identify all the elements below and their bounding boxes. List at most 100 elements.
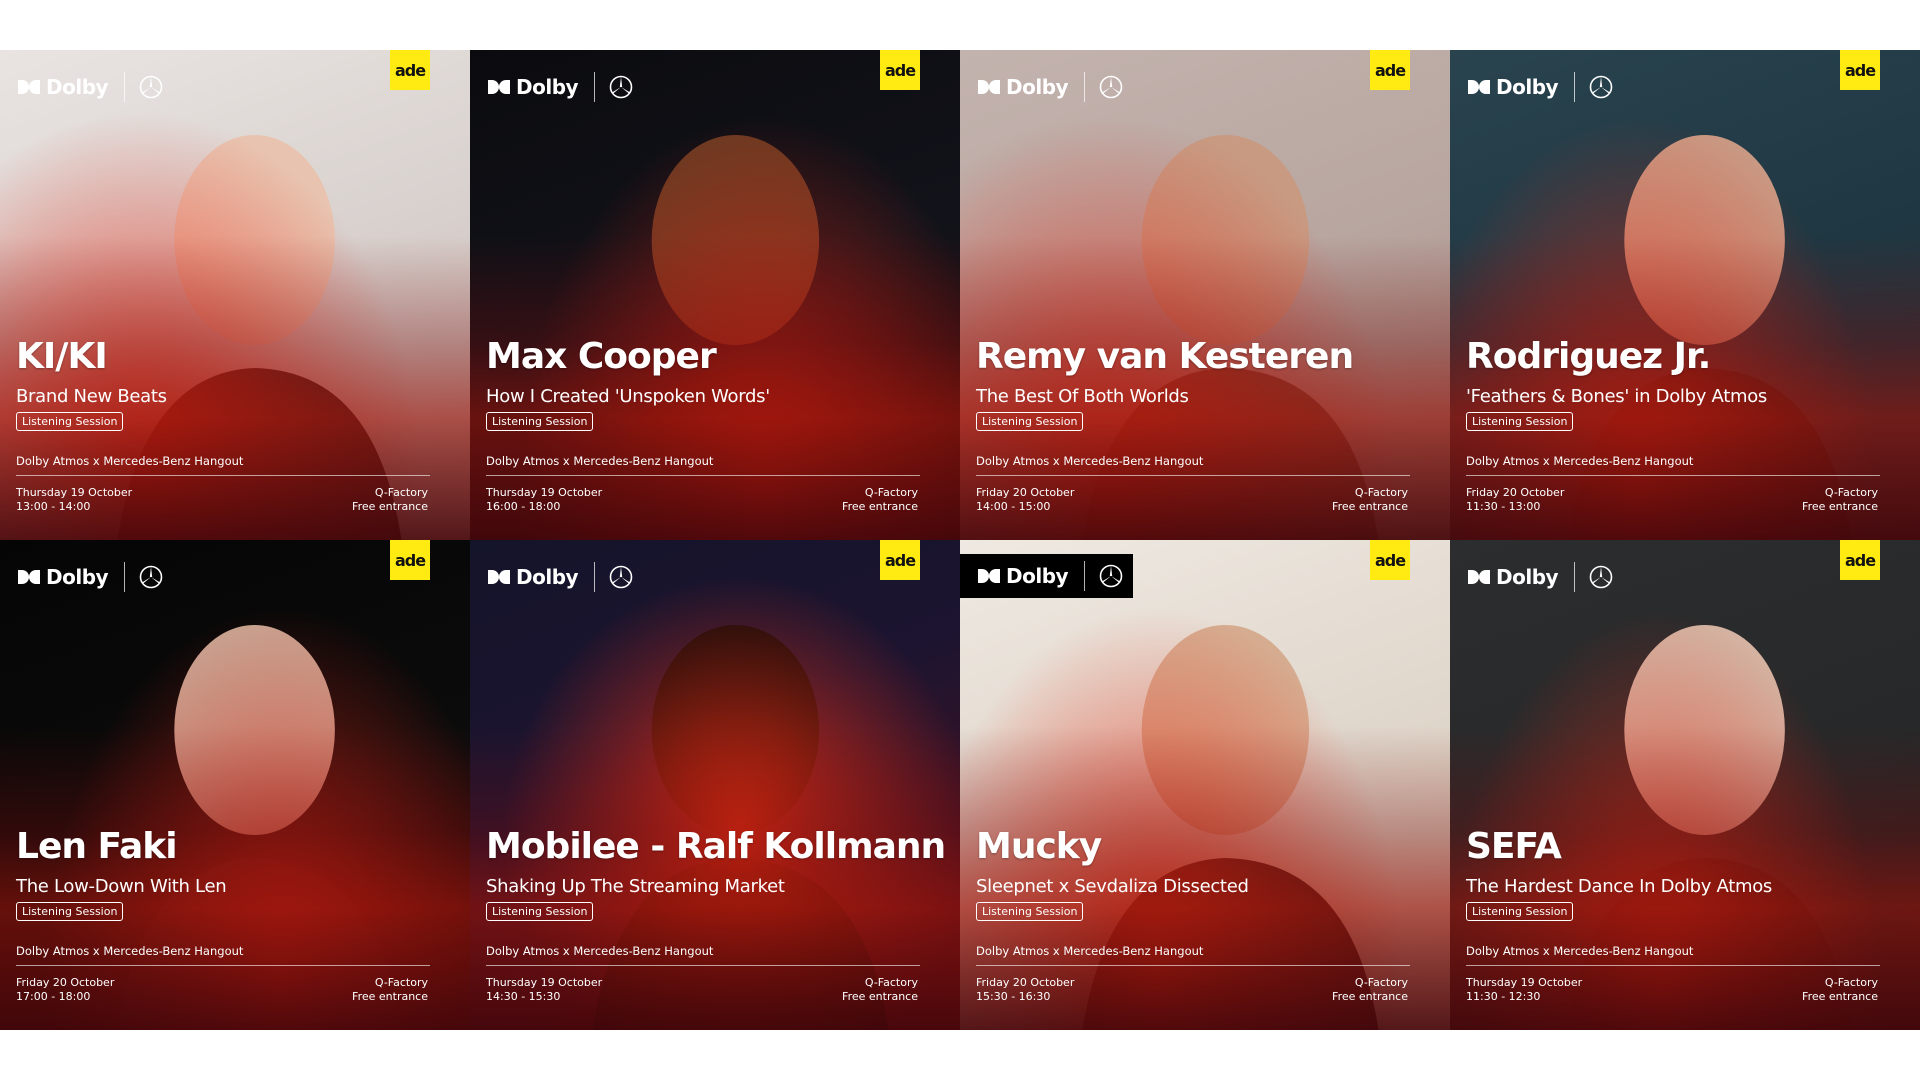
- date-time-block: Friday 20 October 17:00 - 18:00: [16, 976, 114, 1004]
- location-block: Q-Factory Free entrance: [842, 976, 918, 1004]
- event-location: Q-Factory: [1824, 976, 1878, 989]
- venue-text: Dolby Atmos x Mercedes-Benz Hangout: [1466, 454, 1694, 468]
- listening-session-badge: Listening Session: [976, 412, 1084, 431]
- mercedes-star-icon: [1099, 75, 1123, 99]
- event-card-5[interactable]: Dolby ade Len Faki The Low-Down With Len…: [0, 540, 470, 1030]
- brand-bar: Dolby: [18, 70, 173, 104]
- date-time-block: Friday 20 October 14:00 - 15:00: [976, 486, 1074, 514]
- session-title: The Best Of Both Worlds: [976, 386, 1189, 407]
- event-date: Friday 20 October: [16, 976, 115, 989]
- mercedes-star-icon: [609, 75, 633, 99]
- venue-text: Dolby Atmos x Mercedes-Benz Hangout: [16, 944, 244, 958]
- dolby-logo-icon: [488, 80, 510, 94]
- info-divider: [486, 965, 920, 966]
- event-location: Q-Factory: [374, 486, 428, 499]
- ade-label: ade: [884, 550, 916, 570]
- date-time-block: Friday 20 October 15:30 - 16:30: [976, 976, 1074, 1004]
- artist-name: Mucky: [976, 826, 1102, 867]
- dolby-wordmark: Dolby: [1006, 75, 1069, 99]
- ade-logo-badge: ade: [1840, 50, 1880, 90]
- event-entry: Free entrance: [842, 500, 918, 513]
- date-time-block: Thursday 19 October 16:00 - 18:00: [486, 486, 602, 514]
- event-entry: Free entrance: [1332, 990, 1408, 1003]
- event-entry: Free entrance: [842, 990, 918, 1003]
- listening-session-badge: Listening Session: [16, 902, 124, 921]
- dolby-wordmark: Dolby: [46, 75, 109, 99]
- location-block: Q-Factory Free entrance: [352, 486, 428, 514]
- event-time: 16:00 - 18:00: [486, 500, 561, 513]
- event-card-8[interactable]: Dolby ade SEFA The Hardest Dance In Dolb…: [1450, 540, 1920, 1030]
- session-title: Sleepnet x Sevdaliza Dissected: [976, 876, 1249, 897]
- event-entry: Free entrance: [352, 990, 428, 1003]
- event-location: Q-Factory: [1824, 486, 1878, 499]
- event-location: Q-Factory: [864, 486, 918, 499]
- ade-logo-badge: ade: [1370, 50, 1410, 90]
- dolby-logo-icon: [978, 569, 1000, 583]
- poster-grid: Dolby ade KI/KI Brand New Beats Listenin…: [0, 50, 1920, 1030]
- date-time-block: Thursday 19 October 13:00 - 14:00: [16, 486, 132, 514]
- ade-label: ade: [1844, 550, 1876, 570]
- event-entry: Free entrance: [1332, 500, 1408, 513]
- event-time: 13:00 - 14:00: [16, 500, 91, 513]
- event-time: 14:30 - 15:30: [486, 990, 561, 1003]
- event-location: Q-Factory: [1354, 976, 1408, 989]
- event-date: Thursday 19 October: [1466, 976, 1583, 989]
- ade-label: ade: [884, 60, 916, 80]
- mercedes-star-icon: [139, 565, 163, 589]
- ade-logo-badge: ade: [1370, 540, 1410, 580]
- ade-logo-badge: ade: [880, 50, 920, 90]
- session-title: The Hardest Dance In Dolby Atmos: [1466, 876, 1772, 897]
- ade-label: ade: [1844, 60, 1876, 80]
- listening-session-badge: Listening Session: [16, 412, 124, 431]
- info-divider: [1466, 475, 1880, 476]
- brand-divider: [1084, 72, 1086, 102]
- listening-session-badge: Listening Session: [486, 902, 594, 921]
- info-divider: [16, 965, 430, 966]
- event-card-1[interactable]: Dolby ade KI/KI Brand New Beats Listenin…: [0, 50, 470, 540]
- artist-name: Len Faki: [16, 826, 178, 867]
- date-time-block: Thursday 19 October 14:30 - 15:30: [486, 976, 602, 1004]
- info-divider: [486, 475, 920, 476]
- event-card-4[interactable]: Dolby ade Rodriguez Jr. 'Feathers & Bone…: [1450, 50, 1920, 540]
- dolby-logo-icon: [18, 80, 40, 94]
- brand-bar: Dolby: [1468, 560, 1623, 594]
- dolby-logo-icon: [488, 570, 510, 584]
- brand-divider: [594, 72, 596, 102]
- event-date: Friday 20 October: [1466, 486, 1565, 499]
- ade-logo-badge: ade: [390, 540, 430, 580]
- ade-logo-badge: ade: [880, 540, 920, 580]
- date-time-block: Friday 20 October 11:30 - 13:00: [1466, 486, 1564, 514]
- event-location: Q-Factory: [374, 976, 428, 989]
- dolby-wordmark: Dolby: [516, 565, 579, 589]
- mercedes-star-icon: [1099, 564, 1123, 588]
- event-date: Thursday 19 October: [486, 486, 603, 499]
- dolby-wordmark: Dolby: [1496, 565, 1559, 589]
- venue-text: Dolby Atmos x Mercedes-Benz Hangout: [486, 454, 714, 468]
- event-card-2[interactable]: Dolby ade Max Cooper How I Created 'Unsp…: [470, 50, 960, 540]
- session-title: The Low-Down With Len: [16, 876, 227, 897]
- venue-text: Dolby Atmos x Mercedes-Benz Hangout: [976, 944, 1204, 958]
- event-date: Thursday 19 October: [486, 976, 603, 989]
- location-block: Q-Factory Free entrance: [1332, 976, 1408, 1004]
- listening-session-badge: Listening Session: [1466, 902, 1574, 921]
- event-date: Friday 20 October: [976, 976, 1075, 989]
- dolby-logo-icon: [978, 80, 1000, 94]
- event-time: 17:00 - 18:00: [16, 990, 91, 1003]
- event-card-6[interactable]: Dolby ade Mobilee - Ralf Kollmann Shakin…: [470, 540, 960, 1030]
- location-block: Q-Factory Free entrance: [842, 486, 918, 514]
- brand-divider: [1574, 562, 1576, 592]
- location-block: Q-Factory Free entrance: [1802, 976, 1878, 1004]
- brand-divider: [124, 72, 126, 102]
- event-card-7[interactable]: Dolby ade Mucky Sleepnet x Sevdaliza Dis…: [960, 540, 1450, 1030]
- brand-bar: Dolby: [1468, 70, 1623, 104]
- info-divider: [1466, 965, 1880, 966]
- ade-label: ade: [394, 550, 426, 570]
- listening-session-badge: Listening Session: [486, 412, 594, 431]
- brand-divider: [124, 562, 126, 592]
- mercedes-star-icon: [1589, 565, 1613, 589]
- event-time: 11:30 - 13:00: [1466, 500, 1541, 513]
- mercedes-star-icon: [609, 565, 633, 589]
- dolby-logo-icon: [18, 570, 40, 584]
- event-card-3[interactable]: Dolby ade Remy van Kesteren The Best Of …: [960, 50, 1450, 540]
- mercedes-star-icon: [1589, 75, 1613, 99]
